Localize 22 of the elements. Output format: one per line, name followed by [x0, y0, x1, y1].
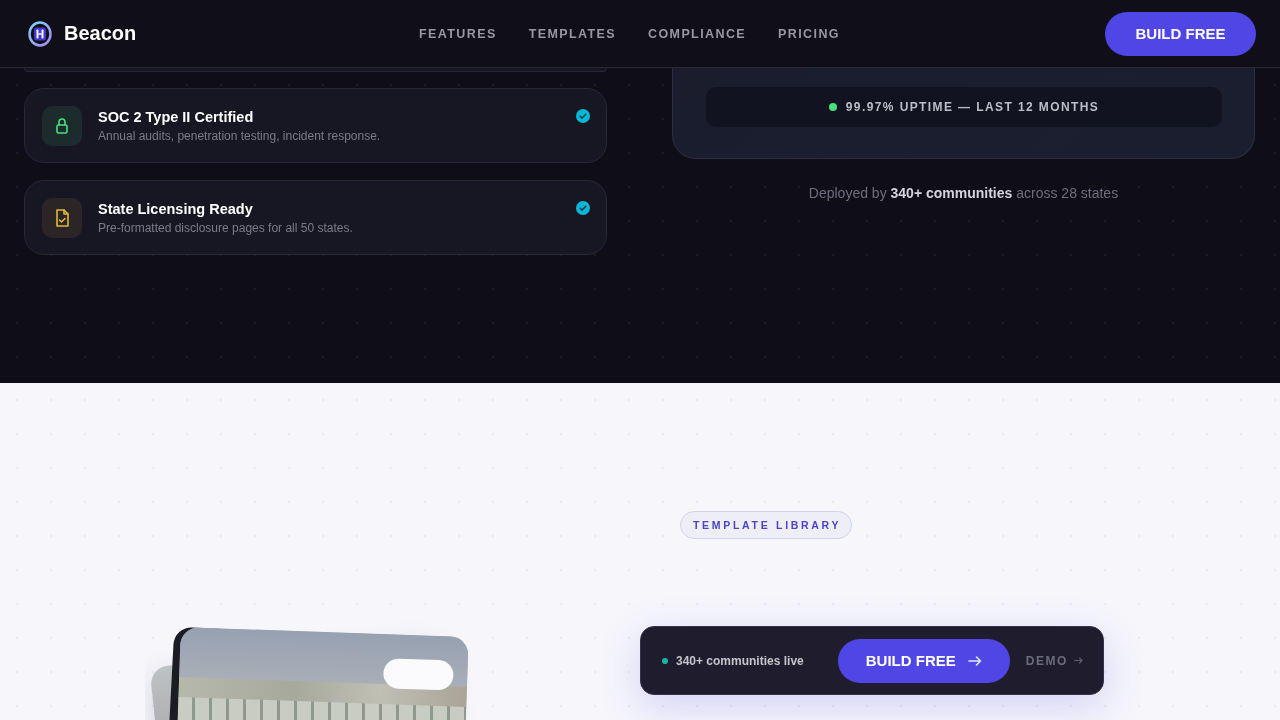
uptime-text: 99.97% UPTIME — LAST 12 MONTHS [845, 100, 1100, 114]
section-eyebrow: TEMPLATE LIBRARY [680, 511, 853, 539]
arrow-right-icon [967, 655, 982, 666]
status-dot-icon [828, 103, 837, 111]
logo-icon[interactable] [28, 20, 52, 47]
build-free-button[interactable]: BUILD FREE [837, 638, 1010, 683]
status-dot-icon [662, 657, 668, 664]
document-check-icon [42, 198, 82, 238]
feature-title: State Licensing Ready [98, 200, 254, 218]
live-count-text: 340+ communities live [676, 653, 804, 668]
feature-title: SOC 2 Type II Certified [98, 108, 255, 126]
nav-link[interactable]: TEMPLATES [528, 26, 616, 41]
feature-description: Annual audits, penetration testing, incident response. [98, 129, 382, 144]
brand-name: Beacon [64, 22, 137, 45]
lock-icon [42, 106, 82, 146]
arrow-right-icon [1073, 657, 1083, 664]
nav-link[interactable]: FEATURES [419, 26, 497, 41]
nav-link[interactable]: COMPLIANCE [648, 26, 747, 41]
nav-link[interactable]: PRICING [778, 26, 840, 41]
build-free-button[interactable]: BUILD FREE [1105, 11, 1256, 56]
deployment-note: Deployed by 340+ communities across 28 states [807, 185, 1120, 202]
feature-description: Pre-formatted disclosure pages for all 50 states. [98, 221, 354, 236]
